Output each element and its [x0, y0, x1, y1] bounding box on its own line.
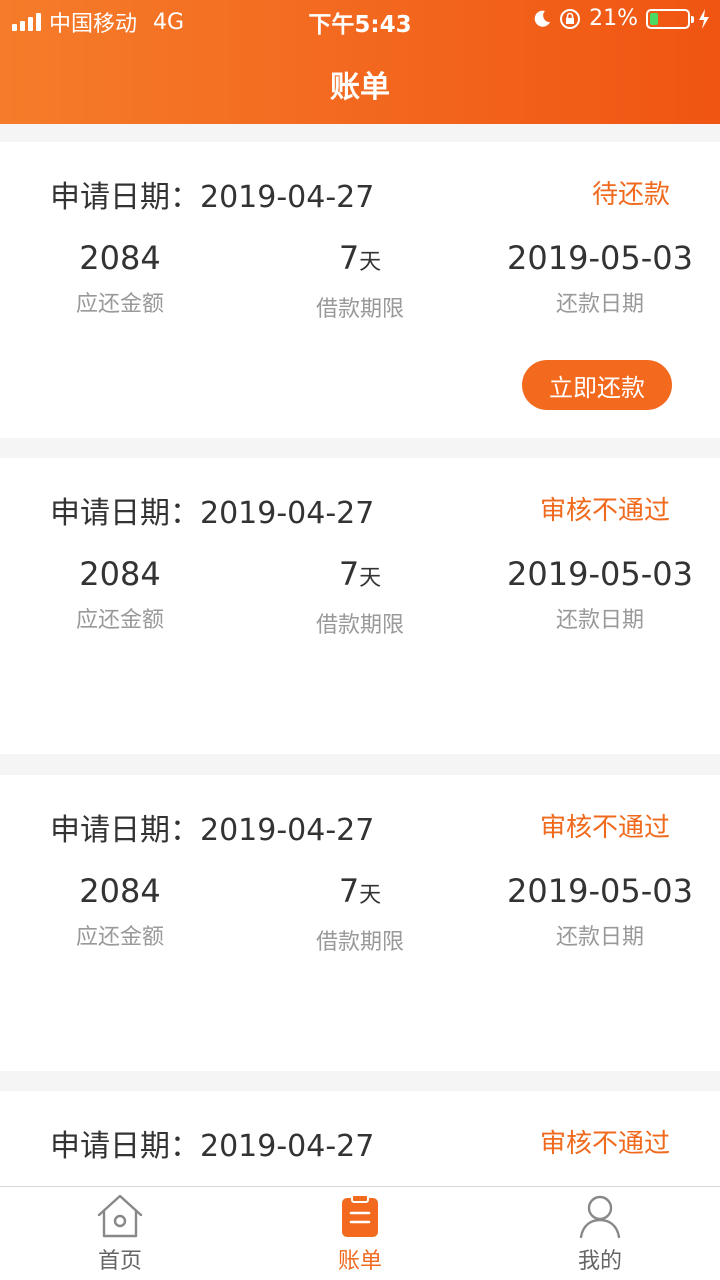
due-column: 2019-05-03 还款日期	[480, 238, 720, 318]
apply-date: 申请日期：2019-04-27	[50, 180, 375, 215]
amount-column: 2084 应还金额	[0, 871, 240, 951]
amount-label: 应还金额	[75, 925, 164, 950]
term-column: 7天 借款期限	[240, 554, 480, 639]
bill-status: 审核不通过	[539, 496, 670, 526]
tab-mine-label: 我的	[577, 1249, 622, 1274]
header: 中国移动 4G 下午5:43 21% 账单	[0, 0, 720, 124]
due-date-value: 2019-05-03	[507, 239, 693, 277]
bill-card: 申请日期：2019-04-27 待还款 2084 应还金额 7天 借款期限 20…	[0, 142, 720, 438]
status-bar: 中国移动 4G 下午5:43 21%	[0, 0, 720, 40]
bill-icon	[342, 1194, 378, 1237]
apply-date: 申请日期：2019-04-27	[50, 496, 375, 531]
repay-now-button[interactable]: 立即还款	[522, 360, 672, 410]
apply-date: 申请日期：2019-04-27	[50, 813, 375, 848]
bill-card: 申请日期：2019-04-27 审核不通过 2084 应还金额 7天 借款期限 …	[0, 458, 720, 754]
amount-label: 应还金额	[75, 292, 164, 317]
due-column: 2019-05-03 还款日期	[480, 554, 720, 634]
due-date-label: 还款日期	[555, 608, 644, 633]
due-date-value: 2019-05-03	[507, 555, 693, 593]
term-label: 借款期限	[315, 930, 404, 955]
tab-home-label: 首页	[97, 1249, 142, 1274]
user-icon	[579, 1195, 621, 1239]
term-value: 7天	[338, 239, 382, 277]
tab-home[interactable]: 首页	[0, 1187, 240, 1280]
amount-column: 2084 应还金额	[0, 554, 240, 634]
battery-percent: 21%	[589, 6, 638, 31]
rotation-lock-icon	[560, 8, 581, 29]
term-label: 借款期限	[315, 613, 404, 638]
due-date-value: 2019-05-03	[507, 872, 693, 910]
bill-status: 审核不通过	[539, 813, 670, 843]
amount-value: 2084	[79, 872, 161, 910]
due-date-label: 还款日期	[555, 925, 644, 950]
tab-mine[interactable]: 我的	[480, 1187, 720, 1280]
page-title: 账单	[330, 70, 390, 105]
bill-card: 申请日期：2019-04-27 审核不通过 2084 应还金额 7天 借款期限 …	[0, 775, 720, 1071]
apply-date: 申请日期：2019-04-27	[50, 1129, 375, 1164]
battery-icon	[646, 8, 694, 29]
term-label: 借款期限	[315, 297, 404, 322]
due-date-label: 还款日期	[555, 292, 644, 317]
term-column: 7天 借款期限	[240, 238, 480, 323]
term-column: 7天 借款期限	[240, 871, 480, 956]
bill-status: 审核不通过	[539, 1129, 670, 1159]
charging-icon	[699, 8, 709, 29]
amount-value: 2084	[79, 239, 161, 277]
tab-bill-label: 账单	[337, 1249, 382, 1274]
term-value: 7天	[338, 872, 382, 910]
home-icon	[97, 1194, 143, 1238]
due-column: 2019-05-03 还款日期	[480, 871, 720, 951]
amount-column: 2084 应还金额	[0, 238, 240, 318]
bill-card: 申请日期：2019-04-27 审核不通过	[0, 1091, 720, 1186]
amount-value: 2084	[79, 555, 161, 593]
bill-status: 待还款	[591, 180, 670, 210]
amount-label: 应还金额	[75, 608, 164, 633]
term-value: 7天	[338, 555, 382, 593]
moon-icon	[534, 10, 551, 27]
tab-bar: 首页 账单 我的	[0, 1186, 720, 1280]
tab-bill[interactable]: 账单	[240, 1187, 480, 1280]
